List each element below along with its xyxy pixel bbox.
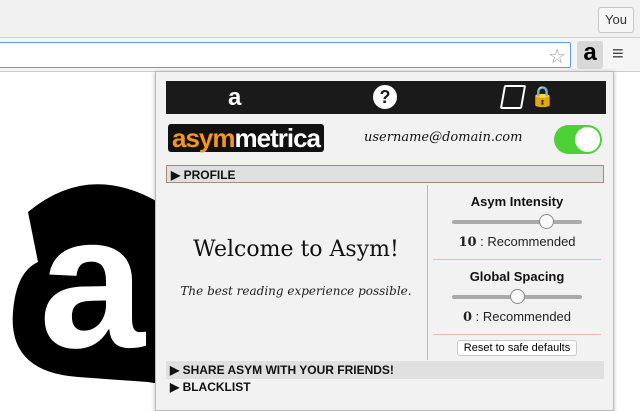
profile-section-header[interactable]: ▶ PROFILE — [166, 165, 604, 183]
lock-icon[interactable]: 🔒 — [530, 84, 555, 109]
popup-nav-bar: a ? 🔒 — [166, 81, 606, 114]
control-desc: : Recommended — [475, 309, 572, 324]
account-email: username@domain.com — [364, 130, 523, 145]
svg-text:a: a — [39, 176, 146, 387]
home-icon[interactable]: a — [228, 84, 241, 112]
bookmark-star-icon[interactable]: ☆ — [548, 44, 566, 69]
profile-button[interactable]: You — [598, 7, 634, 33]
browser-toolbar: ☆ a ≡ — [0, 38, 640, 72]
asym-logo-icon: a — [12, 176, 175, 387]
reset-defaults-button[interactable]: Reset to safe defaults — [456, 340, 578, 356]
control-value: 10 — [458, 235, 477, 250]
global-spacing-control: Global Spacing 0 : Recommended — [433, 260, 601, 335]
asym-intensity-slider[interactable] — [452, 214, 582, 230]
document-icon[interactable] — [499, 85, 527, 109]
control-label: Global Spacing — [469, 269, 565, 284]
settings-panel: Asym Intensity 10 : Recommended Global S… — [431, 185, 603, 356]
address-bar[interactable]: ☆ — [0, 42, 571, 68]
control-value: 0 — [462, 310, 473, 325]
control-label: Asym Intensity — [470, 194, 564, 209]
share-section-header[interactable]: ▶ SHARE ASYM WITH YOUR FRIENDS! — [166, 361, 604, 379]
asym-extension-icon[interactable]: a — [577, 41, 603, 69]
control-desc: : Recommended — [480, 234, 576, 249]
welcome-panel: Welcome to Asym! The best reading experi… — [166, 185, 426, 360]
menu-icon[interactable]: ≡ — [612, 44, 630, 64]
slider-thumb[interactable] — [510, 289, 525, 304]
enable-toggle[interactable] — [554, 125, 602, 154]
asym-intensity-control: Asym Intensity 10 : Recommended — [433, 185, 601, 260]
welcome-subtitle: The best reading experience possible. — [180, 284, 412, 298]
tab-strip: You — [0, 0, 640, 38]
extension-popup: a ? 🔒 asymmetrica username@domain.com ▶ … — [155, 71, 614, 411]
blacklist-section-header[interactable]: ▶ BLACKLIST — [166, 378, 604, 396]
slider-thumb[interactable] — [538, 214, 554, 229]
help-icon[interactable]: ? — [373, 85, 397, 109]
welcome-title: Welcome to Asym! — [193, 237, 399, 262]
divider — [427, 185, 428, 360]
global-spacing-slider[interactable] — [452, 289, 582, 305]
asymmetrica-logo: asymmetrica — [168, 124, 324, 152]
